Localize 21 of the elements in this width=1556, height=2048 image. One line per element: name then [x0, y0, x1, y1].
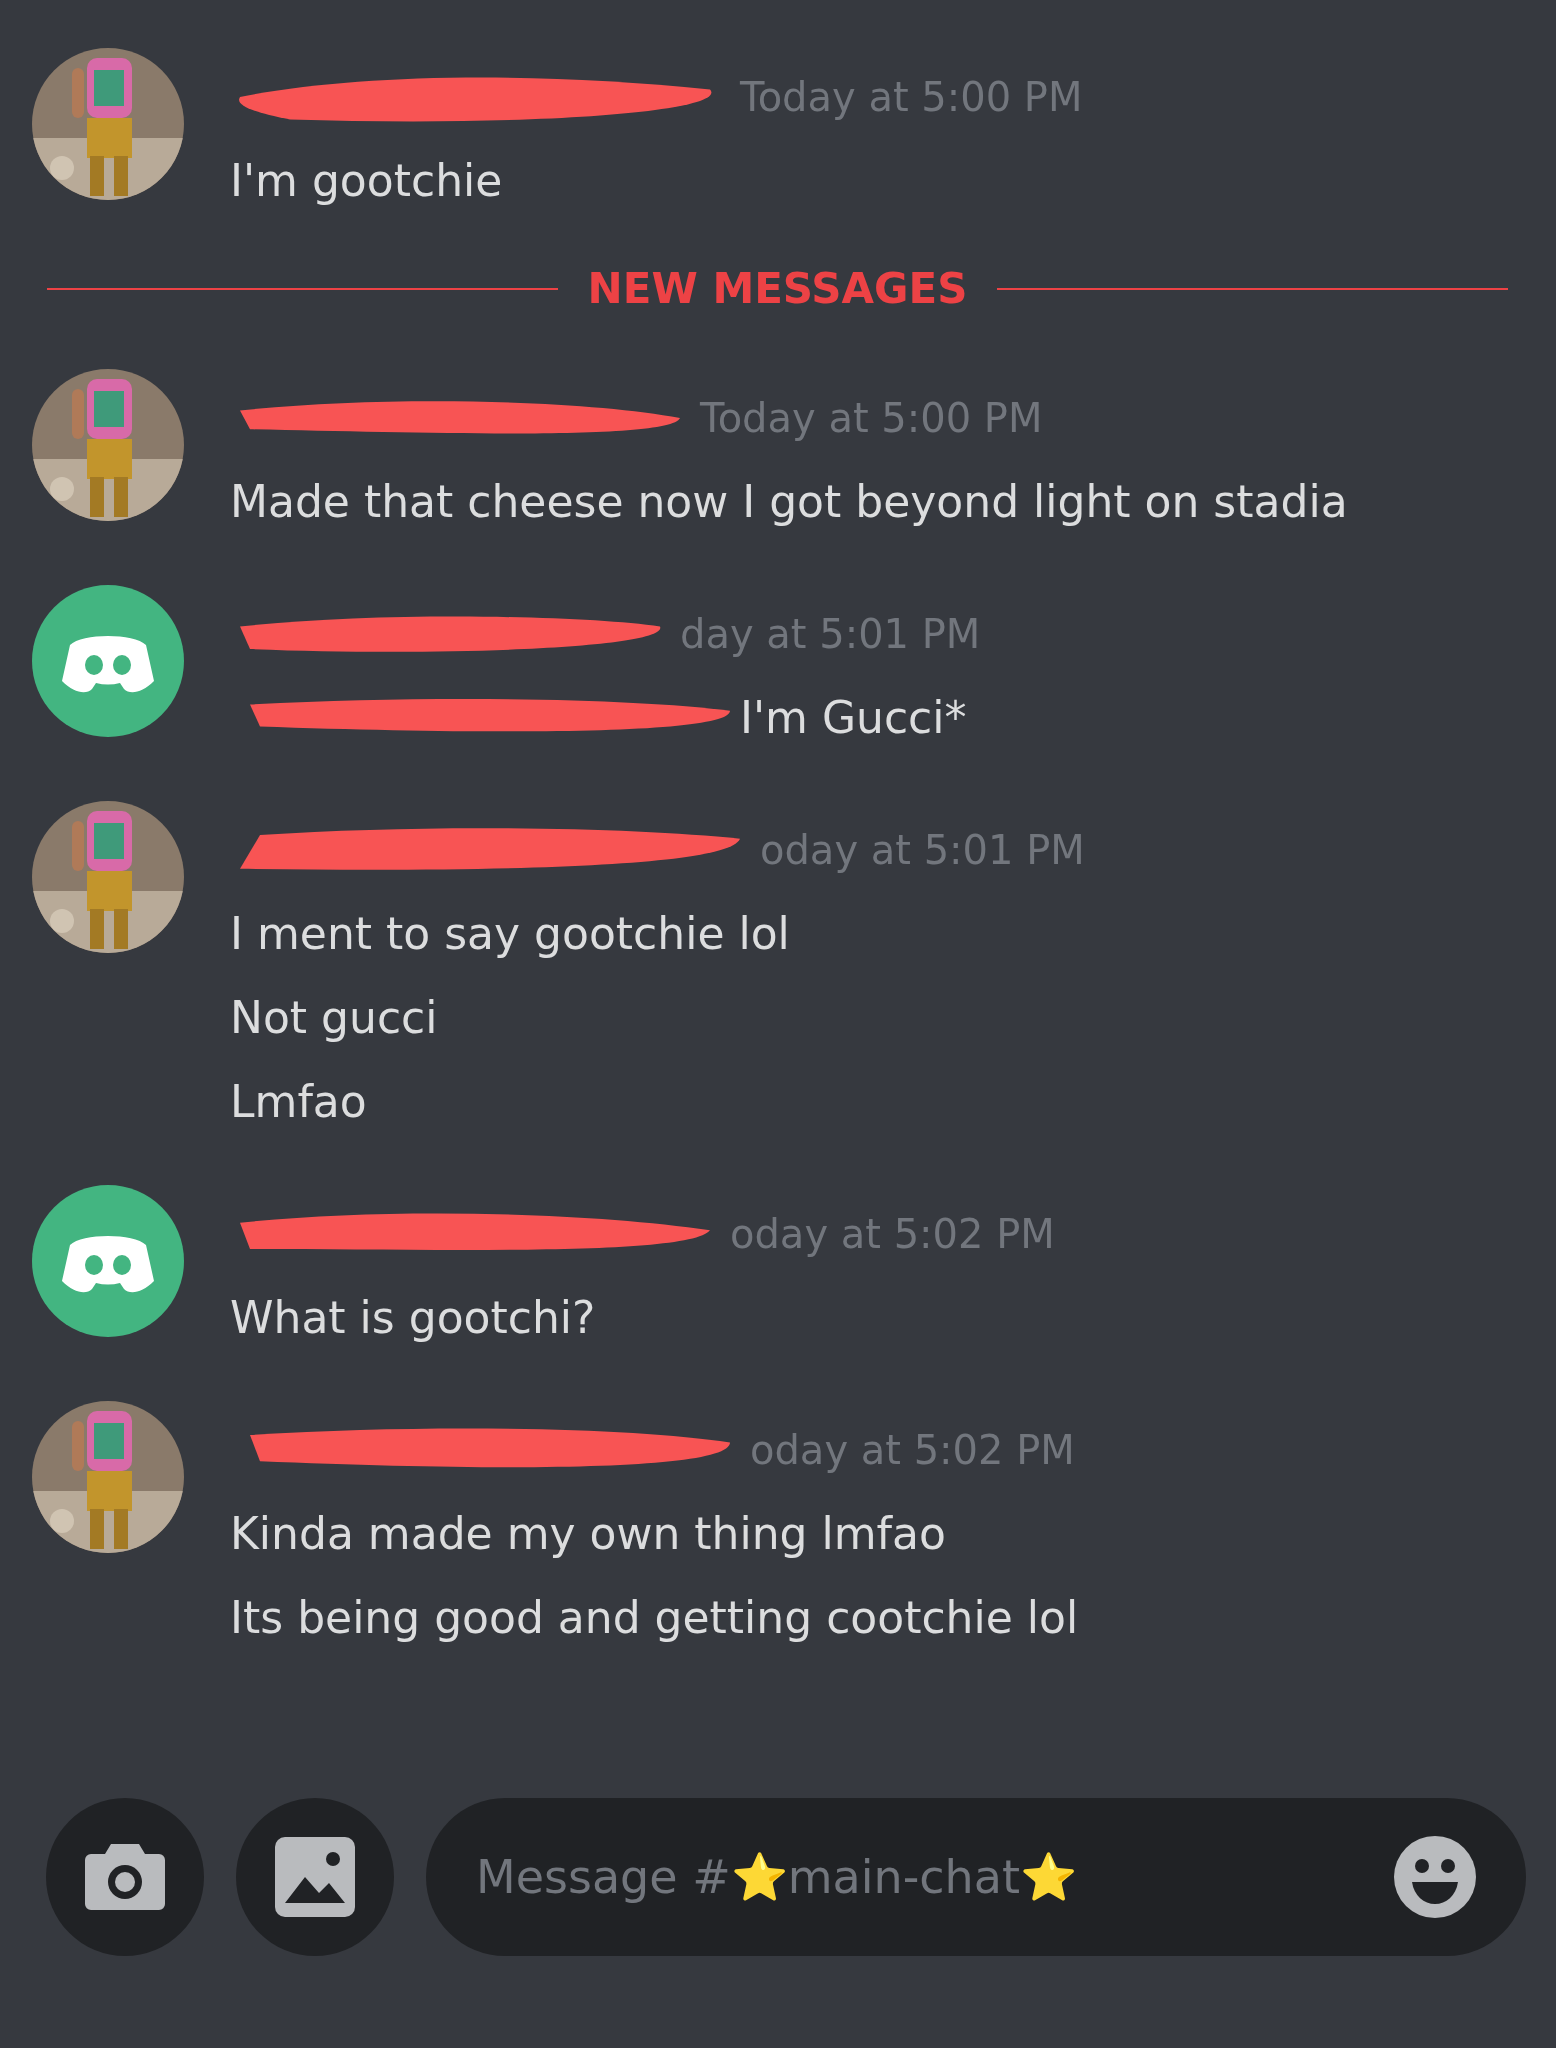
message-text: I'm Gucci*: [740, 691, 967, 743]
message-text: I ment to say gootchie lol: [230, 907, 790, 959]
timestamp: oday at 5:01 PM: [760, 827, 1085, 873]
image-icon: [275, 1837, 355, 1917]
message-text: What is gootchi?: [230, 1291, 596, 1343]
timestamp: day at 5:01 PM: [680, 611, 981, 657]
timestamp: oday at 5:02 PM: [750, 1427, 1075, 1473]
message-text: Not gucci: [230, 991, 438, 1043]
placeholder-text: Message #⭐main-chat⭐: [476, 1850, 1077, 1904]
message-text: Made that cheese now I got beyond light on stadia: [230, 475, 1348, 527]
message-text: Kinda made my own thing lmfao: [230, 1507, 946, 1559]
smiley-icon[interactable]: [1394, 1836, 1476, 1918]
new-messages-label: NEW MESSAGES: [587, 264, 968, 313]
camera-icon: [85, 1844, 165, 1910]
timestamp: Today at 5:00 PM: [740, 74, 1083, 120]
message-field[interactable]: Message #⭐main-chat⭐: [426, 1798, 1526, 1956]
message-text: Its being good and getting cootchie lol: [230, 1591, 1079, 1643]
message-text: Lmfao: [230, 1075, 367, 1127]
timestamp: Today at 5:00 PM: [700, 395, 1043, 441]
message-text: I'm gootchie: [230, 154, 503, 206]
timestamp: oday at 5:02 PM: [730, 1211, 1055, 1257]
